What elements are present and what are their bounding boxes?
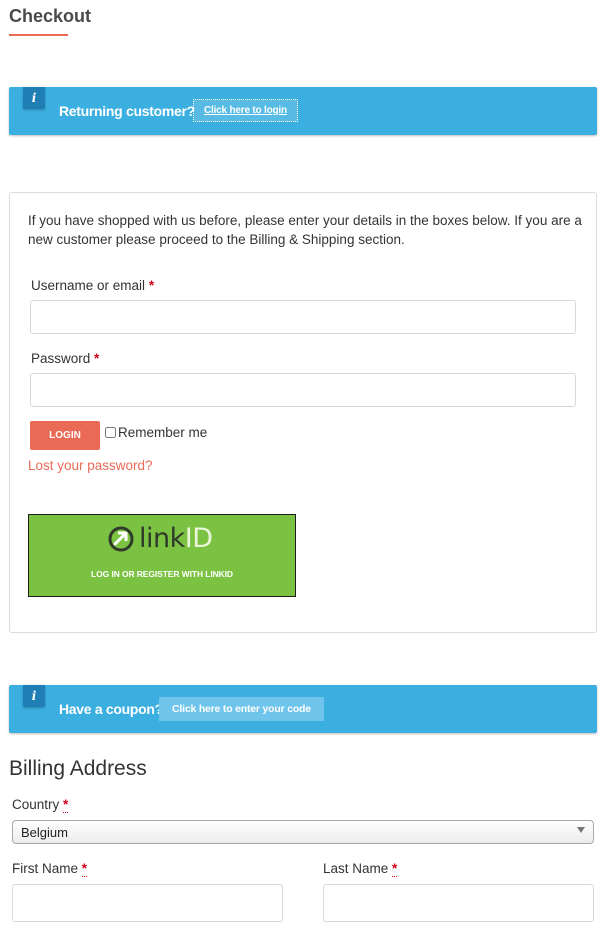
password-input[interactable] bbox=[30, 373, 576, 407]
country-label: Country * bbox=[12, 797, 69, 813]
required-mark: * bbox=[392, 861, 398, 877]
info-icon: i bbox=[23, 87, 45, 109]
linkid-arrow-icon bbox=[108, 526, 134, 551]
remember-me-checkbox[interactable] bbox=[105, 427, 116, 438]
linkid-wordmark-link: link bbox=[139, 523, 185, 554]
last-name-label-text: Last Name bbox=[323, 861, 389, 876]
linkid-wordmark: linkID bbox=[139, 523, 213, 554]
returning-customer-notice: i Returning customer? Click here to logi… bbox=[9, 87, 597, 135]
linkid-login-button[interactable]: linkID LOG IN OR REGISTER WITH LINKID bbox=[28, 514, 296, 597]
dropdown-arrow-icon bbox=[577, 827, 585, 833]
login-intro-text: If you have shopped with us before, plea… bbox=[28, 213, 582, 247]
remember-me[interactable]: Remember me bbox=[105, 425, 207, 440]
title-underline bbox=[9, 34, 68, 36]
billing-address-title: Billing Address bbox=[9, 757, 147, 780]
required-mark: * bbox=[63, 797, 69, 813]
required-mark: * bbox=[94, 351, 100, 366]
username-input[interactable] bbox=[30, 300, 576, 334]
required-mark: * bbox=[81, 861, 88, 877]
required-mark: * bbox=[148, 278, 155, 293]
login-button[interactable]: LOGIN bbox=[30, 421, 100, 450]
show-login-link[interactable]: Click here to login bbox=[193, 99, 298, 122]
linkid-logo: linkID bbox=[107, 523, 213, 554]
linkid-caption: LOG IN OR REGISTER WITH LINKID bbox=[91, 569, 233, 579]
username-label: Username or email * bbox=[31, 278, 154, 293]
page-title: Checkout bbox=[9, 6, 92, 26]
country-label-text: Country bbox=[12, 797, 60, 812]
remember-me-label: Remember me bbox=[118, 425, 208, 440]
info-icon: i bbox=[23, 685, 45, 707]
coupon-text: Have a coupon? bbox=[59, 701, 163, 717]
password-label-text: Password bbox=[31, 351, 91, 366]
first-name-input[interactable] bbox=[12, 884, 283, 922]
login-form: If you have shopped with us before, plea… bbox=[9, 192, 597, 633]
lost-password-link[interactable]: Lost your password? bbox=[28, 458, 153, 473]
coupon-notice: i Have a coupon? Click here to enter you… bbox=[9, 685, 597, 733]
linkid-wordmark-id: ID bbox=[184, 523, 213, 554]
returning-customer-text: Returning customer? bbox=[59, 103, 195, 119]
country-select[interactable]: Belgium bbox=[12, 820, 594, 844]
last-name-label: Last Name * bbox=[323, 861, 398, 877]
first-name-label: First Name * bbox=[12, 861, 88, 877]
username-label-text: Username or email bbox=[31, 278, 146, 293]
country-selected-value: Belgium bbox=[21, 824, 68, 840]
last-name-input[interactable] bbox=[323, 884, 594, 922]
show-coupon-link[interactable]: Click here to enter your code bbox=[159, 697, 324, 721]
first-name-label-text: First Name bbox=[12, 861, 79, 876]
password-label: Password * bbox=[31, 351, 99, 366]
